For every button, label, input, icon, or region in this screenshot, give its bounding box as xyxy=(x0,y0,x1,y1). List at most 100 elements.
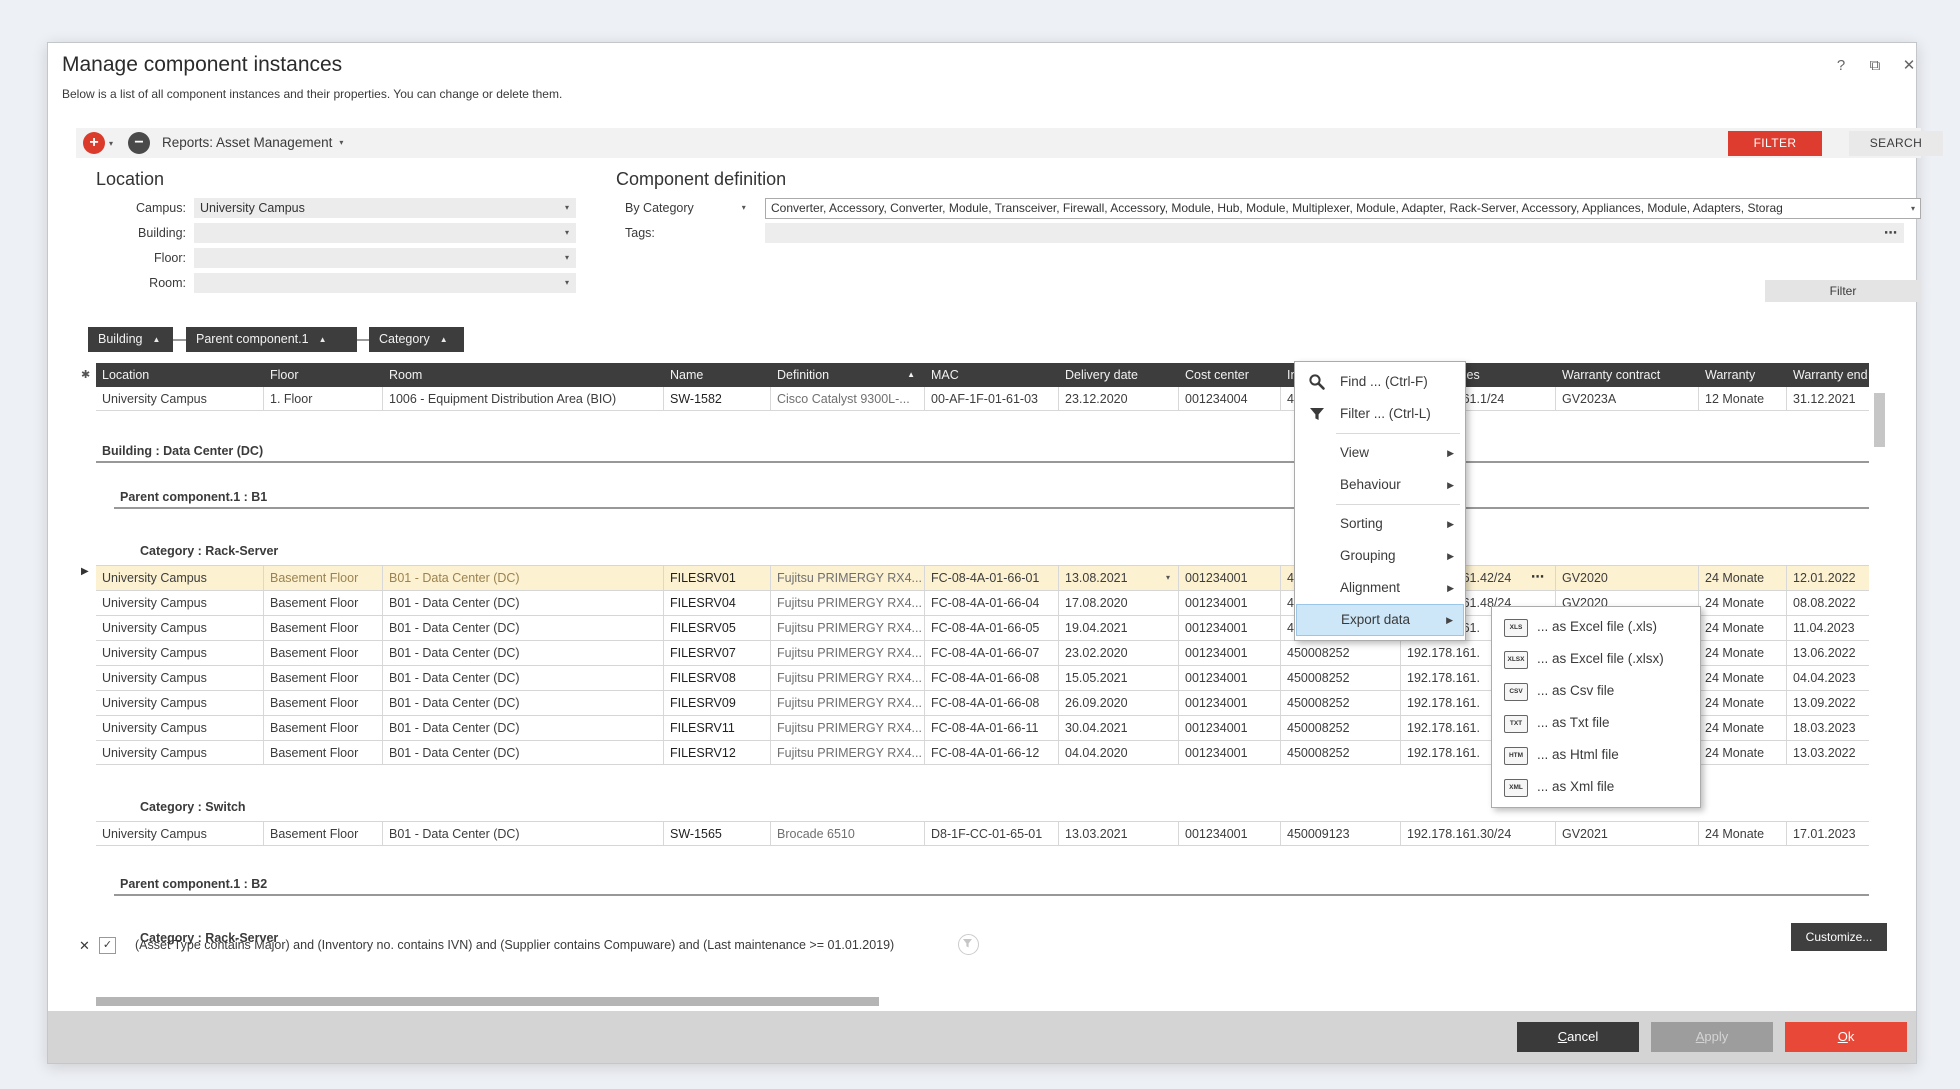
table-cell[interactable]: SW-1565 xyxy=(664,822,771,845)
table-cell[interactable]: GV2020 xyxy=(1556,566,1699,590)
table-cell[interactable]: Basement Floor xyxy=(264,691,383,715)
table-cell[interactable]: 001234001 xyxy=(1179,591,1281,615)
menu-item-alignment[interactable]: Alignment▶ xyxy=(1296,572,1464,604)
restore-window-icon[interactable]: ⧉ xyxy=(1862,55,1888,77)
table-cell[interactable]: 1. Floor xyxy=(264,387,383,410)
table-cell[interactable]: Cisco Catalyst 9300L-... xyxy=(771,387,925,410)
menu-item-find-ctrl-f[interactable]: Find ... (Ctrl-F) xyxy=(1296,366,1464,398)
filter-button[interactable]: Filter xyxy=(1765,280,1921,302)
table-cell[interactable]: FILESRV12 xyxy=(664,741,771,764)
table-cell[interactable]: 24 Monate xyxy=(1699,591,1787,615)
table-cell[interactable]: FC-08-4A-01-66-05 xyxy=(925,616,1059,640)
table-cell[interactable]: GV2023A xyxy=(1556,387,1699,410)
remove-button[interactable]: − xyxy=(128,132,150,154)
menu-item-view[interactable]: View▶ xyxy=(1296,437,1464,469)
table-cell[interactable]: 24 Monate xyxy=(1699,666,1787,690)
table-cell[interactable]: D8-1F-CC-01-65-01 xyxy=(925,822,1059,845)
table-cell[interactable]: B01 - Data Center (DC) xyxy=(383,666,664,690)
table-cell[interactable]: Fujitsu PRIMERGY RX4... xyxy=(771,666,925,690)
table-row[interactable]: University Campus1. Floor1006 - Equipmen… xyxy=(96,387,1869,411)
add-button[interactable]: + xyxy=(83,132,105,154)
table-cell[interactable]: 00-AF-1F-01-61-03 xyxy=(925,387,1059,410)
table-cell[interactable]: 30.04.2021 xyxy=(1059,716,1179,740)
column-header-Delivery date[interactable]: Delivery date xyxy=(1059,363,1179,387)
table-cell[interactable]: 001234001 xyxy=(1179,716,1281,740)
table-cell[interactable]: Fujitsu PRIMERGY RX4... xyxy=(771,691,925,715)
table-cell[interactable]: B01 - Data Center (DC) xyxy=(383,822,664,845)
column-header-Location[interactable]: Location xyxy=(96,363,264,387)
ok-button[interactable]: Ok xyxy=(1785,1022,1907,1052)
table-cell[interactable]: 13.09.2022 xyxy=(1787,691,1869,715)
table-cell[interactable]: 19.04.2021 xyxy=(1059,616,1179,640)
filter-funnel-icon[interactable] xyxy=(958,934,979,955)
table-row[interactable]: University CampusBasement FloorB01 - Dat… xyxy=(96,821,1869,846)
vertical-scrollbar[interactable] xyxy=(1874,393,1885,447)
table-cell[interactable]: FILESRV11 xyxy=(664,716,771,740)
submenu-item-htm[interactable]: HTM... as Html file xyxy=(1493,739,1699,771)
table-cell[interactable]: 450008252 xyxy=(1281,716,1401,740)
close-icon[interactable]: ✕ xyxy=(1896,55,1922,77)
table-cell[interactable]: Basement Floor xyxy=(264,616,383,640)
location-field-building[interactable]: ▾ xyxy=(194,223,576,243)
reports-dropdown[interactable]: Reports: Asset Management▾ xyxy=(162,135,343,150)
column-header-Definition[interactable]: Definition▲ xyxy=(771,363,925,387)
add-dropdown-icon[interactable]: ▾ xyxy=(109,139,113,148)
table-cell[interactable]: 12 Monate xyxy=(1699,387,1787,410)
table-row[interactable]: University CampusBasement FloorB01 - Dat… xyxy=(96,565,1869,590)
search-toggle-button[interactable]: SEARCH xyxy=(1849,131,1943,156)
table-cell[interactable]: 17.01.2023 xyxy=(1787,822,1869,845)
table-cell[interactable]: 13.06.2022 xyxy=(1787,641,1869,665)
column-header-Warranty[interactable]: Warranty xyxy=(1699,363,1787,387)
location-field-campus[interactable]: University Campus▾ xyxy=(194,198,576,218)
table-cell[interactable]: 001234001 xyxy=(1179,666,1281,690)
table-cell[interactable]: 11.04.2023 xyxy=(1787,616,1869,640)
group-chip-building[interactable]: Building▲ xyxy=(88,327,173,352)
table-cell[interactable]: B01 - Data Center (DC) xyxy=(383,716,664,740)
submenu-item-csv[interactable]: CSV... as Csv file xyxy=(1493,675,1699,707)
group-chip-category[interactable]: Category▲ xyxy=(369,327,464,352)
table-cell[interactable]: 13.08.2021▾ xyxy=(1059,566,1179,590)
table-cell[interactable]: FILESRV05 xyxy=(664,616,771,640)
table-cell[interactable]: 23.12.2020 xyxy=(1059,387,1179,410)
table-cell[interactable]: FC-08-4A-01-66-08 xyxy=(925,666,1059,690)
table-cell[interactable]: 450008252 xyxy=(1281,691,1401,715)
table-cell[interactable]: 24 Monate xyxy=(1699,641,1787,665)
group-chip-parent-component-1[interactable]: Parent component.1▲ xyxy=(186,327,357,352)
categories-field[interactable]: Converter, Accessory, Converter, Module,… xyxy=(765,198,1921,219)
table-cell[interactable]: University Campus xyxy=(96,641,264,665)
submenu-item-xlsx[interactable]: XLSX... as Excel file (.xlsx) xyxy=(1493,643,1699,675)
help-icon[interactable]: ? xyxy=(1828,55,1854,77)
table-cell[interactable]: 450008252 xyxy=(1281,641,1401,665)
table-cell[interactable]: B01 - Data Center (DC) xyxy=(383,591,664,615)
table-cell[interactable]: B01 - Data Center (DC) xyxy=(383,741,664,764)
table-cell[interactable]: 24 Monate xyxy=(1699,566,1787,590)
table-cell[interactable]: 08.08.2022 xyxy=(1787,591,1869,615)
table-cell[interactable]: FILESRV08 xyxy=(664,666,771,690)
table-cell[interactable]: 17.08.2020 xyxy=(1059,591,1179,615)
table-cell[interactable]: 26.09.2020 xyxy=(1059,691,1179,715)
column-header-Warranty contract[interactable]: Warranty contract xyxy=(1556,363,1699,387)
table-cell[interactable]: 04.04.2020 xyxy=(1059,741,1179,764)
table-cell[interactable]: Fujitsu PRIMERGY RX4... xyxy=(771,716,925,740)
table-cell[interactable]: 31.12.2021 xyxy=(1787,387,1869,410)
column-header-Room[interactable]: Room xyxy=(383,363,664,387)
menu-item-export-data[interactable]: Export data▶ xyxy=(1296,604,1464,636)
table-cell[interactable]: 24 Monate xyxy=(1699,741,1787,764)
remove-filter-icon[interactable]: ✕ xyxy=(79,938,90,954)
table-cell[interactable]: 18.03.2023 xyxy=(1787,716,1869,740)
table-cell[interactable]: FILESRV07 xyxy=(664,641,771,665)
table-cell[interactable]: 001234001 xyxy=(1179,616,1281,640)
table-cell[interactable]: University Campus xyxy=(96,741,264,764)
menu-item-sorting[interactable]: Sorting▶ xyxy=(1296,508,1464,540)
table-cell[interactable]: 13.03.2022 xyxy=(1787,741,1869,764)
table-cell[interactable]: FILESRV09 xyxy=(664,691,771,715)
ellipsis-button-icon[interactable]: ⋯ xyxy=(1531,566,1545,588)
table-cell[interactable]: B01 - Data Center (DC) xyxy=(383,641,664,665)
column-header-Floor[interactable]: Floor xyxy=(264,363,383,387)
table-cell[interactable]: FC-08-4A-01-66-04 xyxy=(925,591,1059,615)
table-cell[interactable]: University Campus xyxy=(96,822,264,845)
table-cell[interactable]: Basement Floor xyxy=(264,591,383,615)
table-cell[interactable]: FC-08-4A-01-66-11 xyxy=(925,716,1059,740)
table-cell[interactable]: FILESRV04 xyxy=(664,591,771,615)
submenu-item-xml[interactable]: XML... as Xml file xyxy=(1493,771,1699,803)
